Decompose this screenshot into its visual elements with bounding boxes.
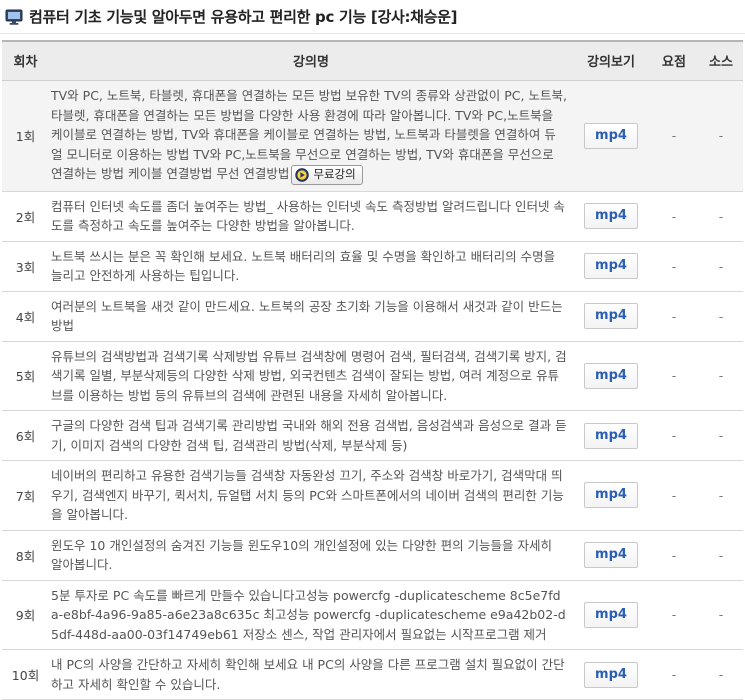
- mp4-button[interactable]: mp4: [584, 542, 638, 568]
- mp4-button[interactable]: mp4: [584, 482, 638, 509]
- header-view: 강의보기: [573, 40, 649, 81]
- row-source: -: [699, 410, 743, 461]
- row-source: -: [699, 341, 743, 411]
- row-source: -: [699, 530, 743, 581]
- mp4-button[interactable]: mp4: [584, 303, 638, 329]
- page-title: 컴퓨터 기초 기능및 알아두면 유용하고 편리한 pc 기능 [강사:채승운]: [29, 8, 458, 26]
- row-num: 6회: [2, 410, 49, 461]
- table-row: 2회 컴퓨터 인터넷 속도를 좀더 높여주는 방법_ 사용하는 인터넷 속도 측…: [2, 191, 743, 242]
- row-num: 3회: [2, 241, 49, 292]
- row-title: 구글의 다양한 검색 팁과 검색기록 관리방법 국내와 해외 전용 검색법, 음…: [49, 410, 573, 461]
- row-title: 윈도우 10 개인설정의 숨겨진 기능들 윈도우10의 개인설정에 있는 다양한…: [49, 530, 573, 581]
- row-title: 5분 투자로 PC 속도를 빠르게 만들수 있습니다고성능 powercfg -…: [49, 580, 573, 650]
- row-title: 네이버의 편리하고 유용한 검색기능들 검색창 자동완성 끄기, 주소와 검색창…: [49, 460, 573, 531]
- free-lecture-button[interactable]: 무료강의: [291, 164, 363, 185]
- row-source: -: [699, 649, 743, 700]
- table-row: 3회 노트북 쓰시는 분은 꼭 확인해 보세요. 노트북 배터리의 효율 및 수…: [2, 241, 743, 292]
- row-num: 10회: [2, 649, 49, 700]
- mp4-button[interactable]: mp4: [584, 362, 638, 389]
- header-summary: 요점: [649, 40, 699, 81]
- page-header: 컴퓨터 기초 기능및 알아두면 유용하고 편리한 pc 기능 [강사:채승운]: [0, 0, 745, 34]
- row-num: 4회: [2, 291, 49, 342]
- lecture-table: 회차 강의명 강의보기 요점 소스 1회 TV와 PC, 노트북, 타블렛, 휴…: [2, 40, 743, 700]
- table-row: 7회 네이버의 편리하고 유용한 검색기능들 검색창 자동완성 끄기, 주소와 …: [2, 460, 743, 531]
- row-num: 9회: [2, 580, 49, 650]
- row-source: -: [699, 191, 743, 242]
- row-summary: -: [649, 341, 699, 411]
- header-title: 강의명: [49, 40, 573, 81]
- mp4-button[interactable]: mp4: [584, 601, 638, 628]
- row-num: 2회: [2, 191, 49, 242]
- table-row: 5회 유튜브의 검색방법과 검색기록 삭제방법 유튜브 검색창에 명령어 검색,…: [2, 341, 743, 411]
- play-icon: [295, 168, 310, 182]
- row-title: 여러분의 노트북을 새것 같이 만드세요. 노트북의 공장 초기화 기능을 이용…: [49, 291, 573, 342]
- row-summary: -: [649, 80, 699, 192]
- mp4-button[interactable]: mp4: [584, 253, 638, 279]
- row-source: -: [699, 241, 743, 292]
- row-summary: -: [649, 410, 699, 461]
- row-title: TV와 PC, 노트북, 타블렛, 휴대폰을 연결하는 모든 방법 보유한 TV…: [49, 80, 573, 192]
- monitor-icon: [5, 8, 23, 26]
- row-num: 8회: [2, 530, 49, 581]
- row-summary: -: [649, 649, 699, 700]
- row-summary: -: [649, 291, 699, 342]
- table-row: 10회 내 PC의 사양을 간단하고 자세히 확인해 보세요 내 PC의 사양을…: [2, 649, 743, 700]
- row-summary: -: [649, 191, 699, 242]
- mp4-button[interactable]: mp4: [584, 122, 638, 149]
- row-num: 1회: [2, 80, 49, 192]
- row-title: 내 PC의 사양을 간단하고 자세히 확인해 보세요 내 PC의 사양을 다른 …: [49, 649, 573, 700]
- row-title: 컴퓨터 인터넷 속도를 좀더 높여주는 방법_ 사용하는 인터넷 속도 측정방법…: [49, 191, 573, 242]
- header-num: 회차: [2, 40, 49, 81]
- row-summary: -: [649, 460, 699, 531]
- table-row: 1회 TV와 PC, 노트북, 타블렛, 휴대폰을 연결하는 모든 방법 보유한…: [2, 80, 743, 192]
- free-lecture-label: 무료강의: [313, 167, 356, 181]
- row-source: -: [699, 291, 743, 342]
- row-source: -: [699, 80, 743, 192]
- table-row: 9회 5분 투자로 PC 속도를 빠르게 만들수 있습니다고성능 powercf…: [2, 580, 743, 650]
- row-summary: -: [649, 580, 699, 650]
- table-row: 6회 구글의 다양한 검색 팁과 검색기록 관리방법 국내와 해외 전용 검색법…: [2, 410, 743, 461]
- row-source: -: [699, 460, 743, 531]
- row-summary: -: [649, 530, 699, 581]
- row-title: 노트북 쓰시는 분은 꼭 확인해 보세요. 노트북 배터리의 효율 및 수명을 …: [49, 241, 573, 292]
- row-summary: -: [649, 241, 699, 292]
- row-num: 5회: [2, 341, 49, 411]
- mp4-button[interactable]: mp4: [584, 422, 638, 449]
- mp4-button[interactable]: mp4: [584, 203, 638, 229]
- table-header-row: 회차 강의명 강의보기 요점 소스: [2, 40, 743, 81]
- table-row: 4회 여러분의 노트북을 새것 같이 만드세요. 노트북의 공장 초기화 기능을…: [2, 291, 743, 342]
- table-row: 8회 윈도우 10 개인설정의 숨겨진 기능들 윈도우10의 개인설정에 있는 …: [2, 530, 743, 581]
- header-source: 소스: [699, 40, 743, 81]
- row-num: 7회: [2, 460, 49, 531]
- mp4-button[interactable]: mp4: [584, 661, 638, 688]
- row-source: -: [699, 580, 743, 650]
- row-title: 유튜브의 검색방법과 검색기록 삭제방법 유튜브 검색창에 명령어 검색, 필터…: [49, 341, 573, 411]
